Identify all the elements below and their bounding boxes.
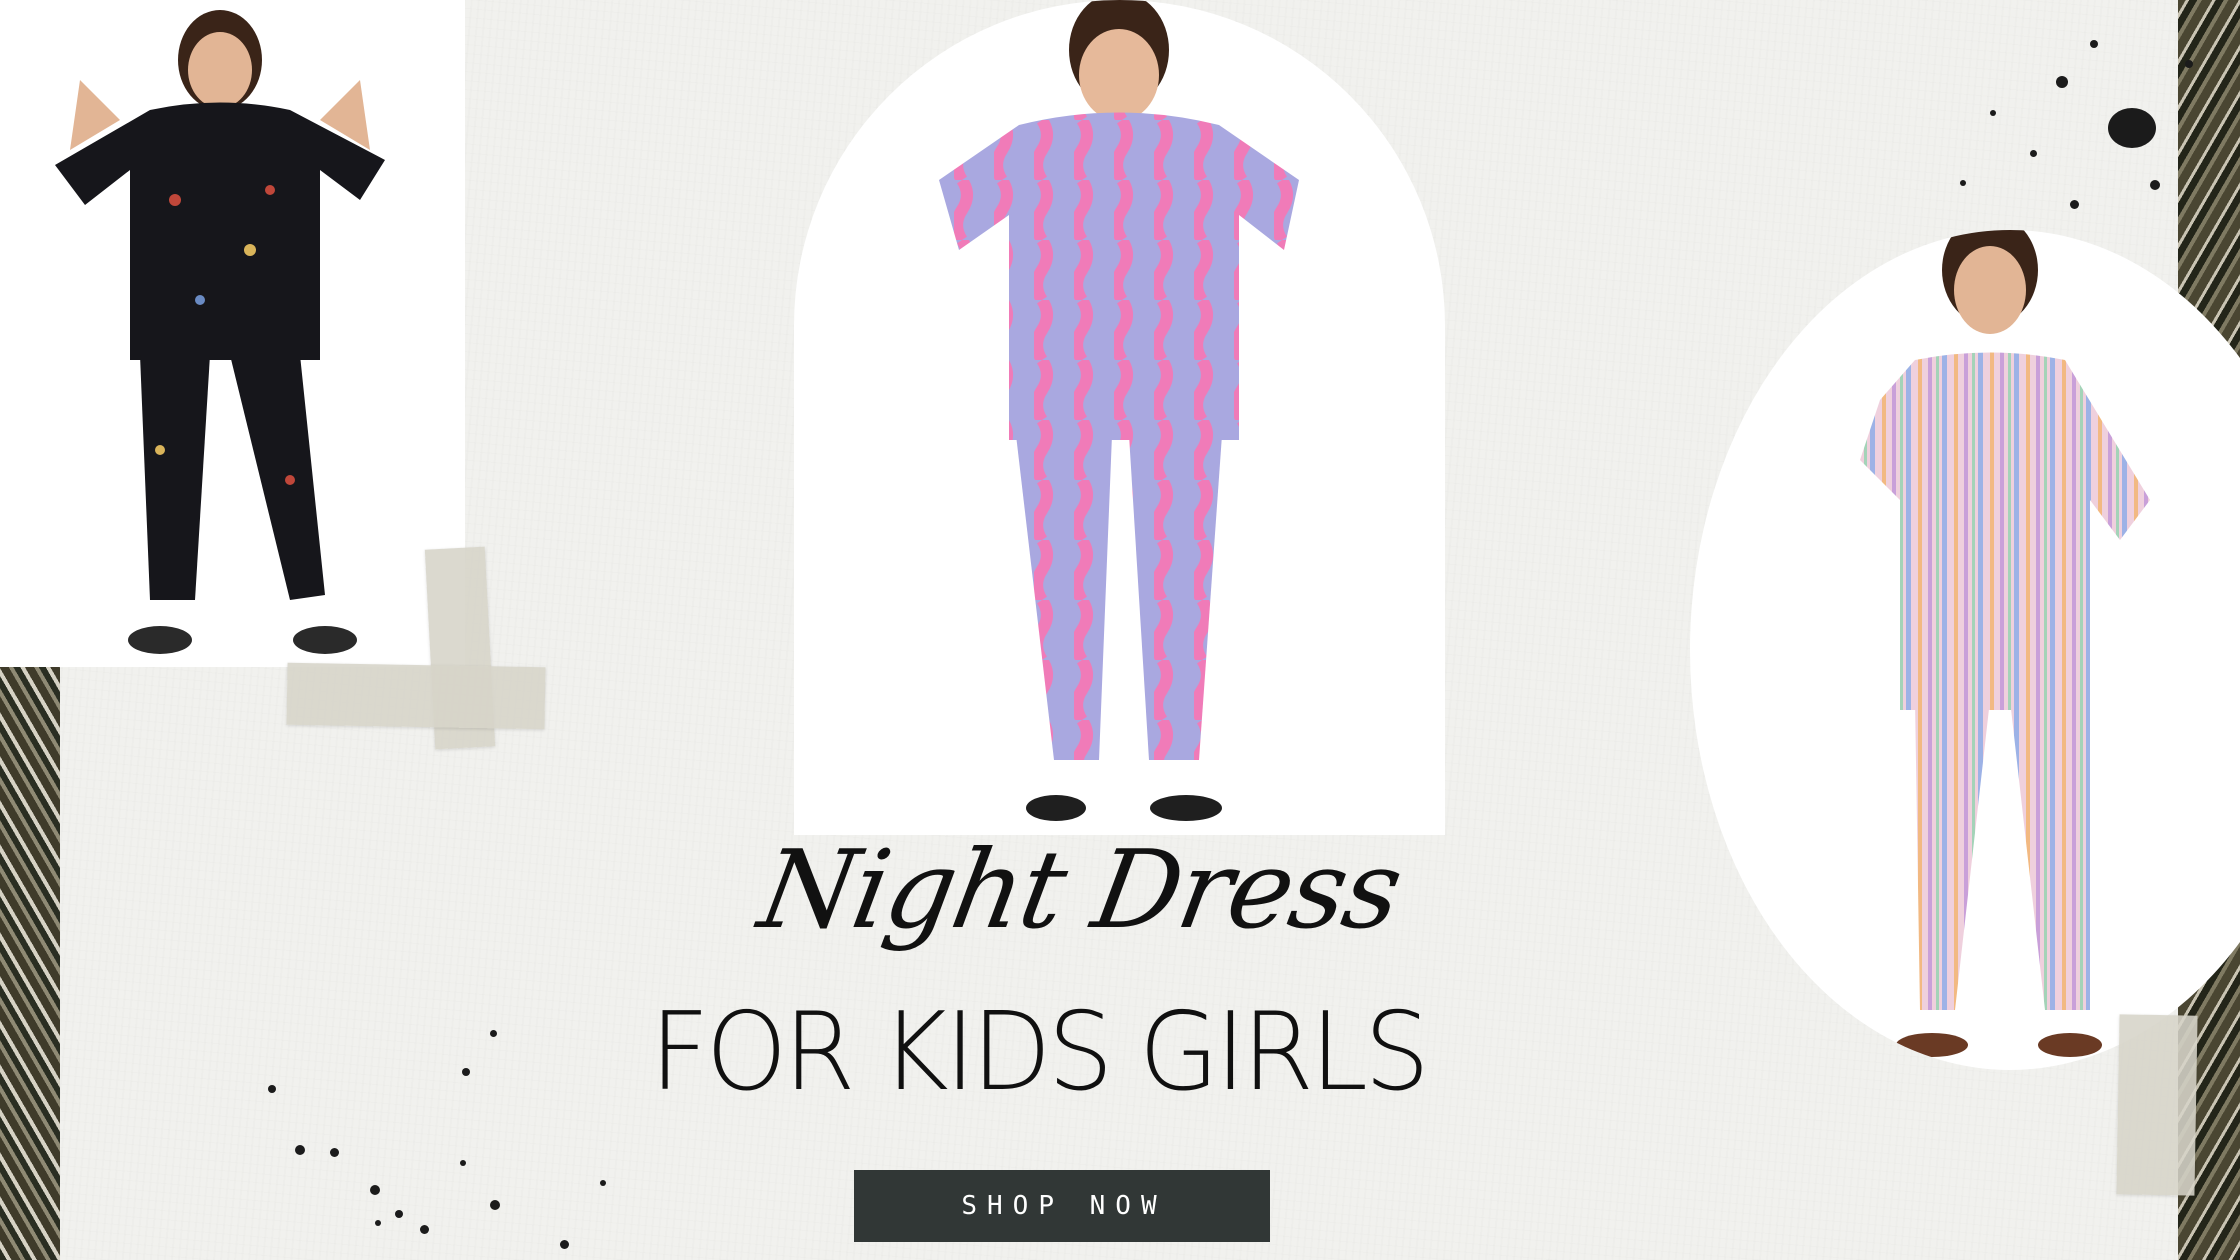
tape-strip [2116, 1014, 2198, 1196]
ink-splatter-dot [2056, 76, 2068, 88]
ink-splatter-dot [2070, 200, 2079, 209]
tape-strip [286, 662, 546, 730]
ink-splatter-dot [560, 1240, 569, 1249]
photo-black-pajamas [0, 0, 465, 667]
photo-striped-pajamas-arch [794, 0, 1445, 835]
ink-splatter-dot [1990, 110, 1996, 116]
child-black-pajama-icon [55, 10, 385, 654]
ink-splatter-dot [2090, 40, 2098, 48]
ink-splatter-dot [370, 1185, 380, 1195]
ink-splatter-dot [460, 1160, 466, 1166]
ink-splatter-dot [395, 1210, 403, 1218]
headline: FOR KIDS GIRLS [649, 990, 1430, 1115]
ink-splatter-dot [375, 1220, 381, 1226]
ink-splatter-dot [1960, 180, 1966, 186]
ink-splatter-dot [600, 1180, 606, 1186]
ink-splatter-dot [330, 1148, 339, 1157]
ink-splatter-dot [295, 1145, 305, 1155]
ink-splatter-dot [420, 1225, 429, 1234]
ink-splatter-dot [2185, 60, 2193, 68]
ink-splatter-dot [2150, 180, 2160, 190]
shop-now-button[interactable]: SHOP NOW [854, 1170, 1270, 1242]
ink-splatter-dot [2108, 108, 2156, 148]
ink-splatter-dot [2030, 150, 2037, 157]
banner: Night Dress FOR KIDS GIRLS SHOP NOW [0, 0, 2240, 1260]
child-pink-lilac-striped-pajama-icon [939, 0, 1299, 821]
palm-leaf-strip-left [0, 667, 60, 1260]
ink-splatter-dot [490, 1200, 500, 1210]
script-title: Night Dress [750, 828, 1410, 953]
